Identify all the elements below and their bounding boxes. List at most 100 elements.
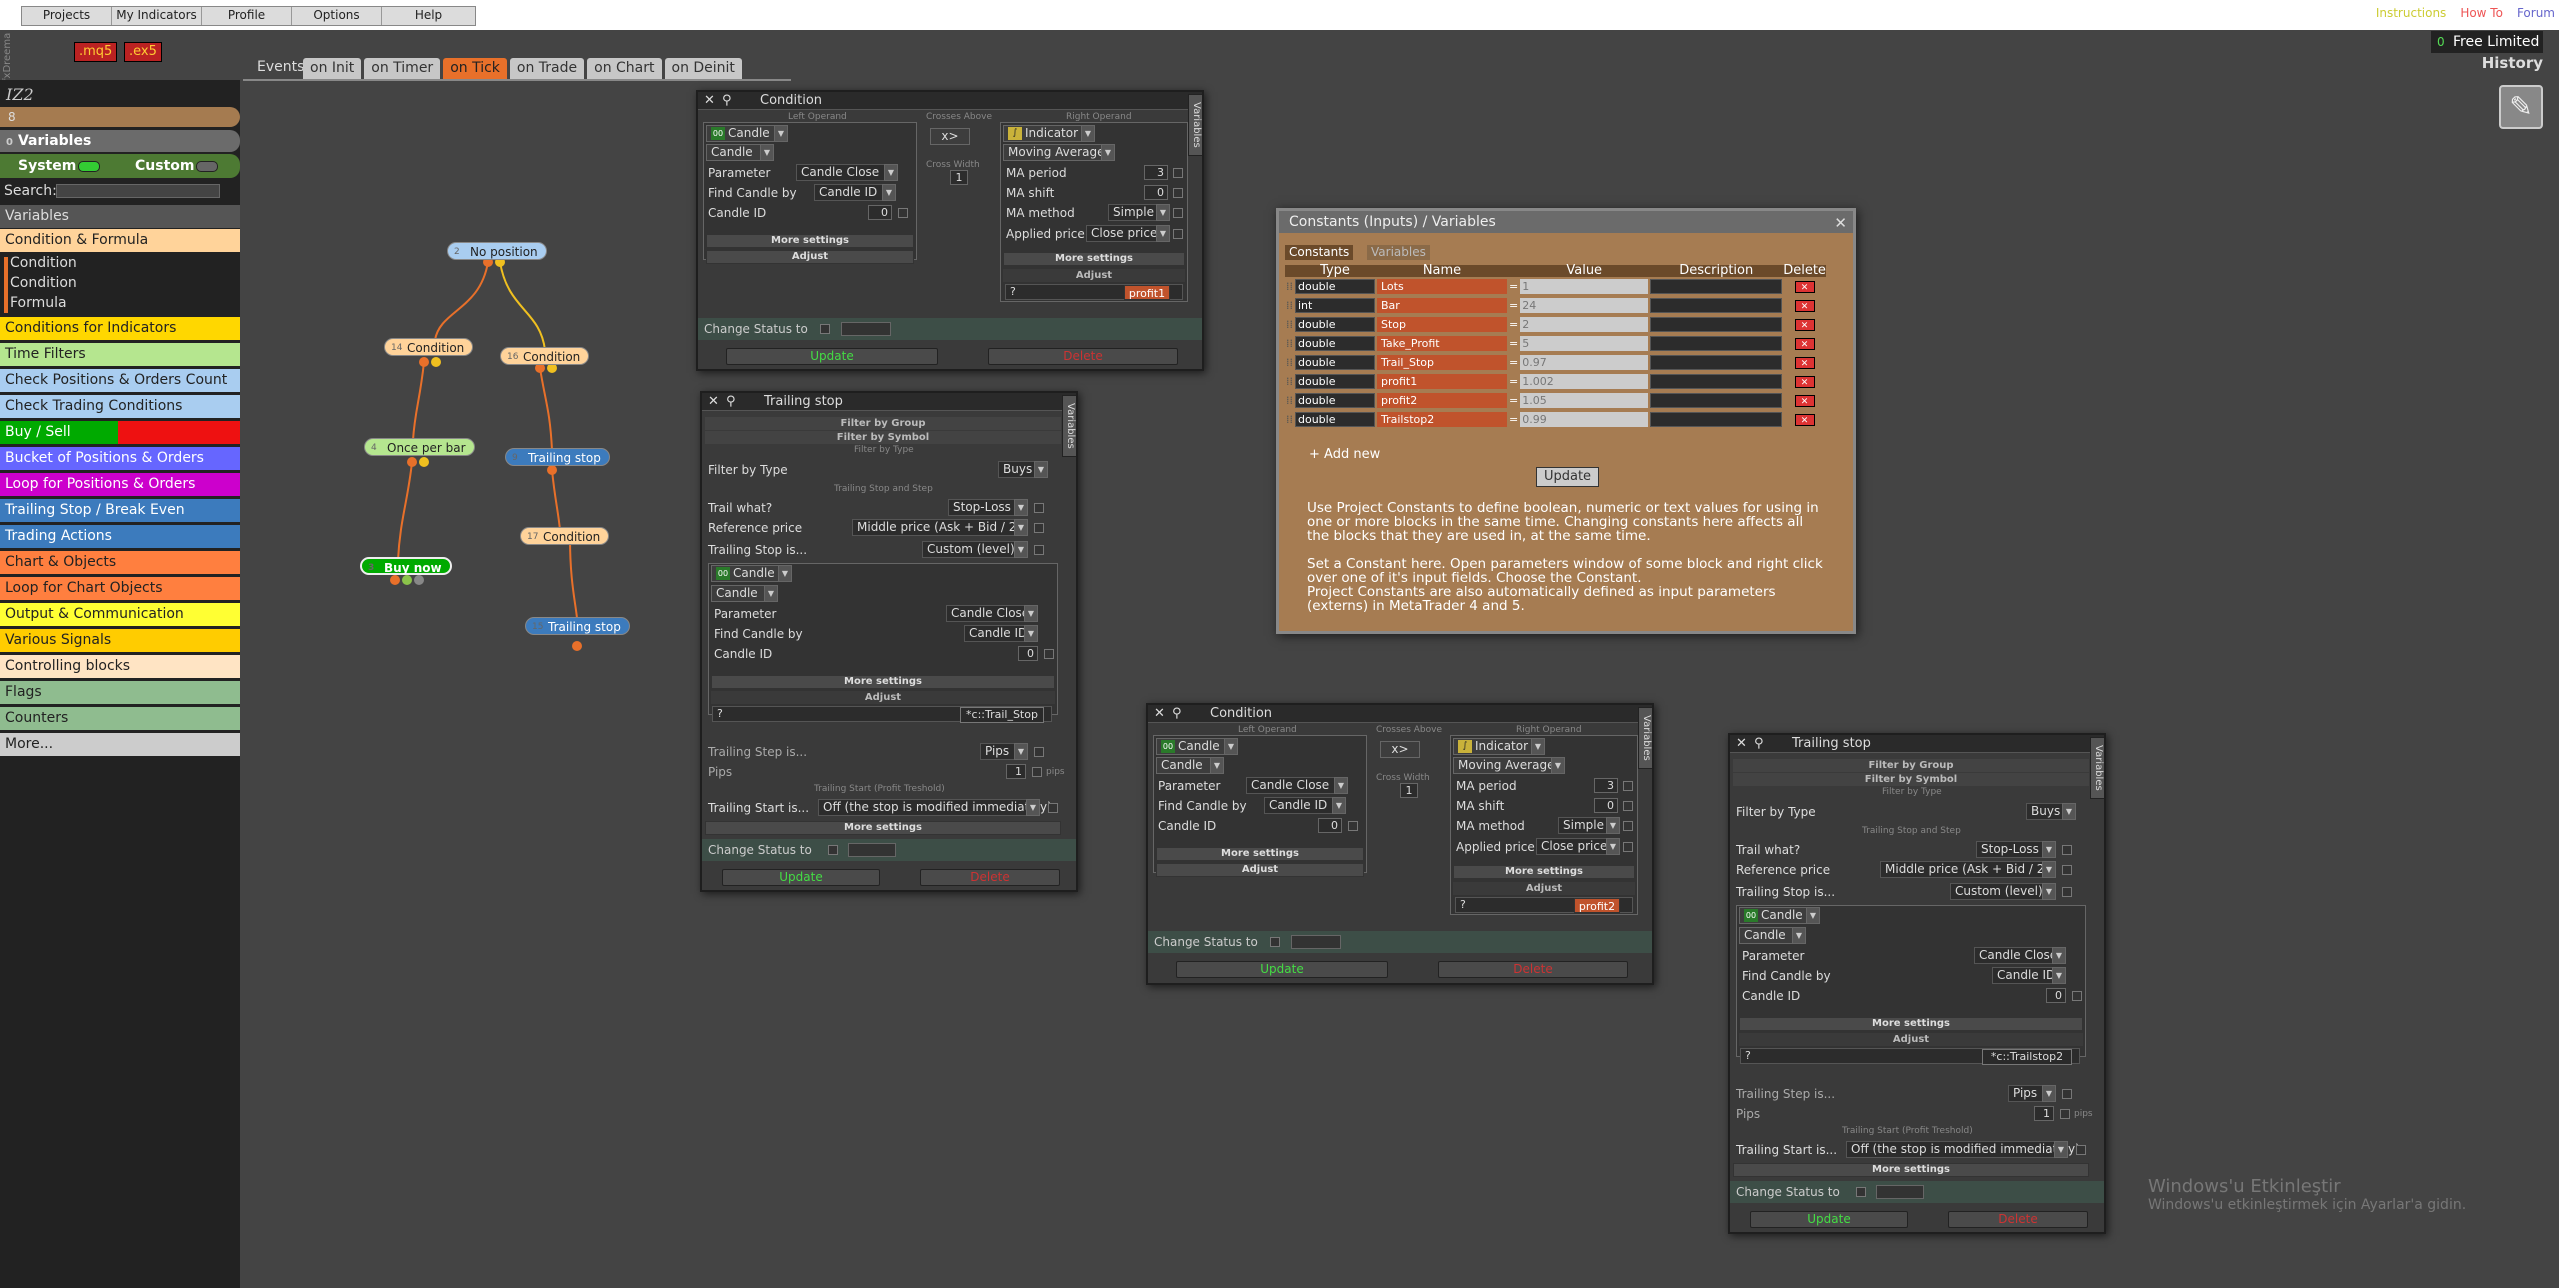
more-settings-button[interactable]: More settings [1733,1163,2089,1177]
ma-shift-checkbox[interactable] [1173,188,1183,198]
variables-tab[interactable]: Variables [1188,94,1202,156]
category-buy-sell[interactable]: Buy / Sell [0,421,240,444]
level-type-select[interactable]: Candle [1739,927,1795,944]
category-check-trading[interactable]: Check Trading Conditions [0,395,240,418]
history-link[interactable]: History [2482,54,2543,72]
chevron-down-icon[interactable]: ▼ [1026,799,1040,816]
trail-what-checkbox[interactable] [2062,845,2072,855]
constant-type[interactable]: double [1295,355,1375,370]
trailing-step-checkbox[interactable] [2062,1089,2072,1099]
trailing-start-checkbox[interactable] [1048,803,1058,813]
delete-icon[interactable]: ✕ [1794,300,1815,312]
constant-value[interactable]: 0.97 [1520,355,1649,370]
delete-icon[interactable]: ✕ [1794,376,1815,388]
variables-tab[interactable]: Variables [1062,395,1076,457]
delete-button[interactable]: Delete [1948,1211,2088,1228]
menu-options[interactable]: Options [292,7,382,25]
ma-period-input[interactable]: 3 [1144,165,1168,180]
plan-badge[interactable]: 0 Free Limited [2431,31,2543,53]
candle-id-input[interactable]: 0 [868,205,892,220]
ma-method-select[interactable]: Simple [1108,204,1158,221]
howto-link[interactable]: How To [2460,6,2503,20]
mq5-button[interactable]: .mq5 [74,42,118,62]
ma-period-checkbox[interactable] [1623,781,1633,791]
chevron-down-icon[interactable]: ▼ [1034,461,1048,478]
node-condition-14[interactable]: 14 Condition [384,338,474,356]
tab-on-tick[interactable]: on Tick [443,58,507,79]
category-trading-actions[interactable]: Trading Actions [0,525,240,548]
close-icon[interactable]: ✕ [1736,735,1747,753]
adjust-button[interactable]: Adjust [706,250,914,264]
node-no-position[interactable]: 2 No position [447,242,547,260]
wrench-icon[interactable]: ✎ [2499,85,2543,129]
ma-method-checkbox[interactable] [1623,821,1633,831]
chevron-down-icon[interactable]: ▼ [1224,738,1238,755]
constant-value[interactable]: 24 [1520,298,1649,313]
change-status-checkbox[interactable] [820,324,830,334]
category-more[interactable]: More... [0,733,240,756]
find-candle-select[interactable]: Candle ID [1992,967,2056,984]
constant-type[interactable]: int [1295,298,1375,313]
constant-type[interactable]: double [1295,393,1375,408]
pin-icon[interactable]: ⚲ [1754,735,1764,753]
category-variables[interactable]: Variables [0,205,240,228]
trailing-stop-is-checkbox[interactable] [1034,545,1044,555]
ma-period-checkbox[interactable] [1173,168,1183,178]
candle-id-input[interactable]: 0 [2046,988,2066,1003]
delete-icon[interactable]: ✕ [1794,319,1815,331]
filter-type-select[interactable]: Buys [2026,803,2064,820]
category-controlling[interactable]: Controlling blocks [0,655,240,678]
more-settings-button[interactable]: More settings [705,821,1061,835]
category-output[interactable]: Output & Communication [0,603,240,626]
chevron-down-icon[interactable]: ▼ [2042,861,2056,878]
subcategory-formula[interactable]: Formula [0,293,240,313]
left-source-select[interactable]: 00 Candle [706,125,776,142]
tab-variables[interactable]: Variables [1367,245,1430,260]
category-loop-chart[interactable]: Loop for Chart Objects [0,577,240,600]
constant-value[interactable]: 5 [1520,336,1649,351]
node-condition-16[interactable]: 16 Condition [500,347,590,365]
candle-id-checkbox[interactable] [898,208,908,218]
parameter-select[interactable]: Candle Close [946,605,1029,622]
forum-link[interactable]: Forum [2517,6,2555,20]
constant-value[interactable]: 1.05 [1520,393,1649,408]
change-status-field[interactable] [1291,935,1341,949]
drag-handle-icon[interactable]: ⁞⁞ [1285,410,1294,429]
filter-symbol-bar[interactable]: Filter by Symbol [705,431,1061,444]
drag-handle-icon[interactable]: ⁞⁞ [1285,296,1294,315]
chevron-down-icon[interactable]: ▼ [1024,625,1038,642]
tab-on-init[interactable]: on Init [303,58,362,79]
pips-input[interactable]: 1 [1006,764,1026,779]
trailing-start-select[interactable]: Off (the stop is modified immediately) [818,799,1052,816]
chevron-down-icon[interactable]: ▼ [2042,841,2056,858]
constant-value[interactable]: 1 [1520,279,1649,294]
constant-type[interactable]: double [1295,336,1375,351]
category-condition-formula[interactable]: Condition & Formula [0,229,240,252]
trailing-start-checkbox[interactable] [2076,1145,2086,1155]
menu-profile[interactable]: Profile [202,7,292,25]
close-icon[interactable]: ✕ [1834,214,1847,232]
update-button[interactable]: Update [722,869,880,886]
system-toggle[interactable] [78,161,100,172]
parameter-select[interactable]: Candle Close [796,164,886,181]
operator-select[interactable]: x> [930,128,970,145]
chevron-down-icon[interactable]: ▼ [1551,757,1565,774]
chevron-down-icon[interactable]: ▼ [1014,743,1028,760]
chevron-down-icon[interactable]: ▼ [2054,1141,2068,1158]
constant-description[interactable] [1650,279,1783,294]
more-settings-button[interactable]: More settings [1739,1017,2083,1031]
candle-id-input[interactable]: 0 [1018,646,1038,661]
candle-id-checkbox[interactable] [1044,649,1054,659]
trailing-start-select[interactable]: Off (the stop is modified immediately) [1846,1141,2080,1158]
chevron-down-icon[interactable]: ▼ [1156,204,1170,221]
level-type-select[interactable]: Candle [711,585,767,602]
constant-value[interactable]: 2 [1520,317,1649,332]
node-condition-17[interactable]: 17 Condition [520,527,610,545]
find-candle-select[interactable]: Candle ID [814,184,884,201]
parameter-select[interactable]: Candle Close [1246,777,1336,794]
level-source-select[interactable]: 00 Candle [1739,907,1809,924]
candle-id-checkbox[interactable] [1348,821,1358,831]
candle-id-input[interactable]: 0 [1318,818,1342,833]
tab-constants[interactable]: Constants [1285,245,1354,260]
ma-shift-input[interactable]: 0 [1144,185,1168,200]
